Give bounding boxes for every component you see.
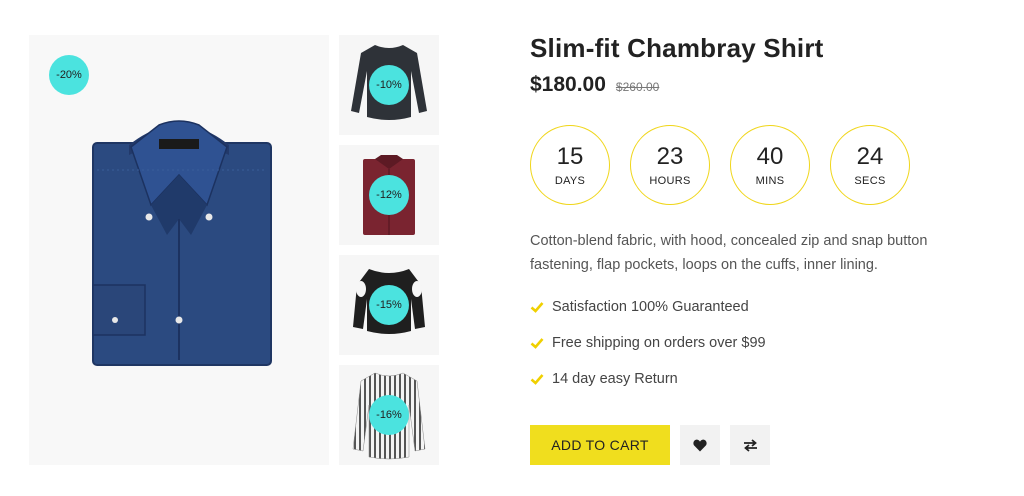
current-price: $180.00 [530,73,606,96]
countdown-label: SECS [854,175,886,187]
countdown-secs: 24 SECS [830,125,910,205]
main-product-image[interactable]: -20% [29,35,329,465]
feature-text: Free shipping on orders over $99 [552,335,766,351]
feature-text: 14 day easy Return [552,371,678,387]
countdown-label: HOURS [649,175,691,187]
check-icon [530,374,544,385]
feature-text: Satisfaction 100% Guaranteed [552,299,749,315]
discount-badge: -15% [369,285,409,325]
feature-item: 14 day easy Return [530,361,766,397]
countdown-timer: 15 DAYS 23 HOURS 40 MINS 24 SECS [530,125,930,205]
thumbnail-2[interactable]: -12% [339,145,439,245]
compare-arrows-icon [743,438,757,452]
product-title: Slim-fit Chambray Shirt [530,33,824,63]
feature-item: Satisfaction 100% Guaranteed [530,289,766,325]
product-description: Cotton-blend fabric, with hood, conceale… [530,233,928,273]
discount-badge: -10% [369,65,409,105]
thumbnail-1[interactable]: -10% [339,35,439,135]
compare-button[interactable] [730,425,770,465]
countdown-hours: 23 HOURS [630,125,710,205]
countdown-label: MINS [755,175,785,187]
wishlist-button[interactable] [680,425,720,465]
chambray-shirt-image [92,120,272,366]
heart-icon [693,439,707,451]
countdown-value: 24 [856,143,884,170]
countdown-value: 15 [556,143,584,170]
countdown-value: 40 [756,143,784,170]
feature-item: Free shipping on orders over $99 [530,325,766,361]
old-price: $260.00 [615,80,660,94]
countdown-mins: 40 MINS [730,125,810,205]
discount-badge: -20% [49,55,89,95]
discount-badge: -16% [369,395,409,435]
add-to-cart-button[interactable]: ADD TO CART [530,425,670,465]
countdown-label: DAYS [554,175,586,187]
countdown-days: 15 DAYS [530,125,610,205]
discount-badge: -12% [369,175,409,215]
feature-list: Satisfaction 100% Guaranteed Free shippi… [530,289,766,397]
countdown-value: 23 [656,143,684,170]
thumbnail-4[interactable]: -16% [339,365,439,465]
price-block: $180.00 $260.00 [530,73,659,97]
thumbnail-3[interactable]: -15% [339,255,439,355]
check-icon [530,302,544,313]
check-icon [530,338,544,349]
